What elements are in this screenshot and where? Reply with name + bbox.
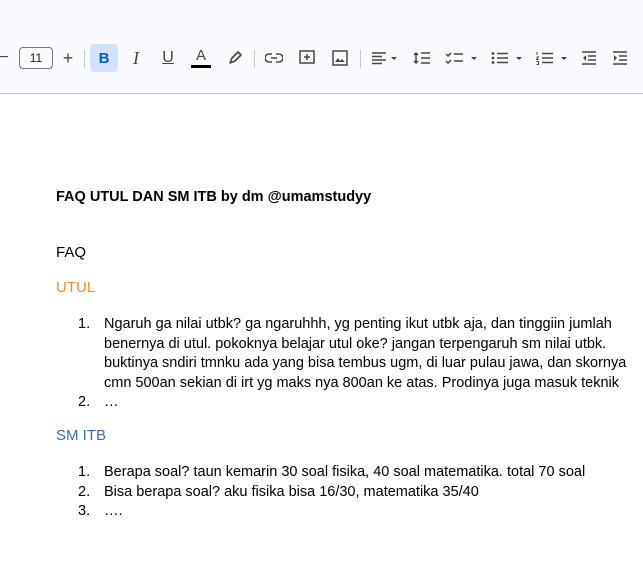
list-number: 1. — [78, 464, 91, 480]
insert-link-button[interactable] — [262, 45, 286, 71]
checklist-icon — [445, 52, 477, 65]
list-number: 1. — [78, 316, 91, 332]
bold-button[interactable]: B — [90, 44, 118, 72]
highlight-button[interactable] — [224, 45, 246, 71]
list-item-line: cmn 500an sekian di irt yg maks nya 800a… — [104, 374, 620, 391]
increase-font-size-button[interactable]: + — [58, 45, 78, 71]
toolbar-separator — [254, 50, 255, 68]
link-icon — [265, 53, 283, 63]
sm-itb-heading: SM ITB — [56, 427, 107, 444]
list-item-line: Ngaruh ga nilai utbk? ga ngaruhhh, yg pe… — [104, 316, 612, 332]
toolbar-separator — [84, 50, 85, 68]
text-color-label: A — [195, 47, 206, 64]
insert-comment-button[interactable] — [295, 45, 319, 71]
document-page[interactable]: FAQ UTUL DAN SM ITB by dm @umamstudyy FA… — [0, 94, 643, 581]
faq-heading: FAQ — [56, 244, 87, 261]
checklist-button[interactable] — [444, 45, 482, 71]
insert-image-button[interactable] — [328, 45, 352, 71]
list-item-line: … — [104, 394, 119, 410]
numbered-list-icon — [535, 52, 567, 65]
utul-heading: UTUL — [56, 279, 96, 296]
text-color-button[interactable]: A — [188, 45, 214, 71]
line-spacing-button[interactable] — [410, 45, 434, 71]
list-item-line: Berapa soal? taun kemarin 30 soal fisika… — [104, 464, 586, 480]
document-title: FAQ UTUL DAN SM ITB by dm @umamstudyy — [56, 189, 372, 205]
image-icon — [332, 50, 348, 66]
increase-indent-icon — [613, 51, 627, 65]
decrease-font-size-button[interactable]: − — [0, 45, 12, 71]
list-number: 3. — [78, 503, 91, 519]
decrease-indent-button[interactable] — [577, 45, 601, 71]
list-number: 2. — [78, 394, 91, 410]
toolbar-separator — [360, 50, 361, 68]
bulleted-list-icon — [491, 52, 522, 64]
numbered-list-button[interactable] — [534, 45, 572, 71]
align-left-icon — [372, 52, 397, 65]
underline-button[interactable]: U — [156, 45, 180, 71]
list-item-line: …. — [104, 503, 123, 519]
add-comment-icon — [299, 50, 315, 64]
formatting-toolbar: − 11 + B I U A — [0, 41, 643, 75]
align-button[interactable] — [368, 45, 402, 71]
increase-indent-button[interactable] — [608, 45, 632, 71]
line-spacing-icon — [413, 51, 430, 65]
list-item-line: buktinya sndiri tmnku ada yang bisa temb… — [104, 355, 627, 371]
font-size-input[interactable]: 11 — [19, 47, 53, 69]
list-item-line: Bisa berapa soal? aku fisika bisa 16/30,… — [104, 483, 479, 500]
italic-button[interactable]: I — [124, 45, 148, 71]
bulleted-list-button[interactable] — [489, 45, 527, 71]
text-color-bar — [191, 65, 211, 68]
highlighter-icon — [229, 51, 242, 64]
decrease-indent-icon — [582, 51, 596, 65]
list-item-line: benernya di utul. pokoknya belajar utul … — [104, 335, 607, 352]
list-number: 2. — [78, 483, 91, 500]
